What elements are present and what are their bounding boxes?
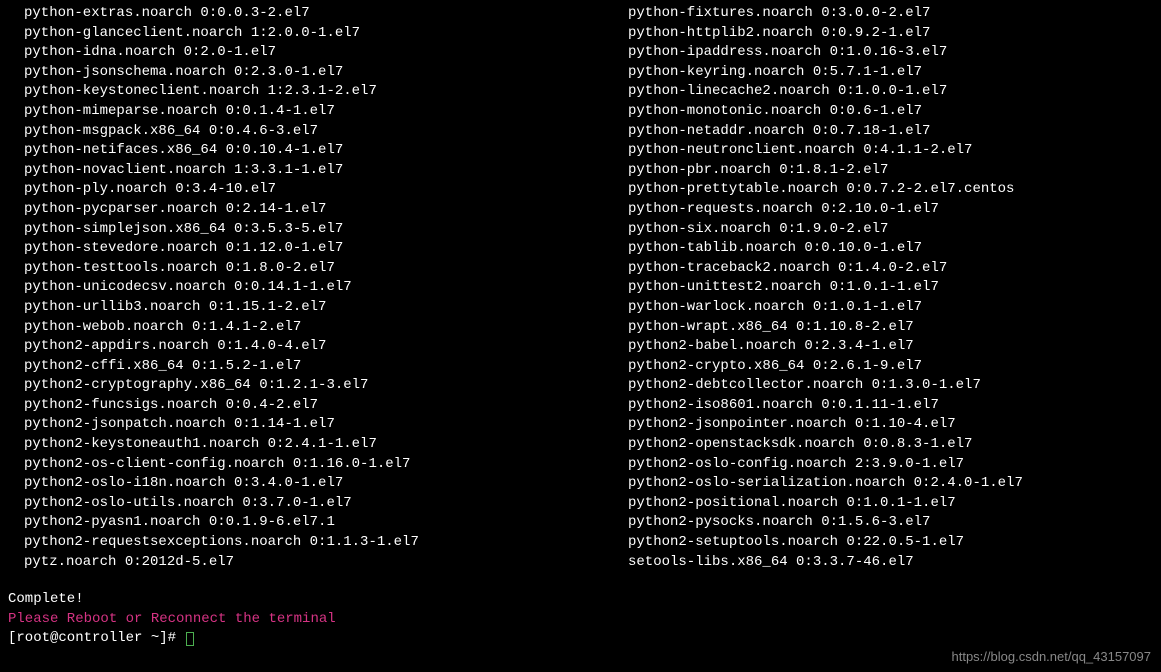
package-line: python2-pysocks.noarch 0:1.5.6-3.el7 (628, 513, 1153, 533)
package-line: python-urllib3.noarch 0:1.15.1-2.el7 (24, 298, 608, 318)
package-column-right: python-fixtures.noarch 0:3.0.0-2.el7pyth… (628, 4, 1153, 572)
package-line: python2-oslo-config.noarch 2:3.9.0-1.el7 (628, 455, 1153, 475)
package-line: python2-cffi.x86_64 0:1.5.2-1.el7 (24, 357, 608, 377)
package-line: python-novaclient.noarch 1:3.3.1-1.el7 (24, 161, 608, 181)
package-line: python2-debtcollector.noarch 0:1.3.0-1.e… (628, 376, 1153, 396)
package-line: python-keystoneclient.noarch 1:2.3.1-2.e… (24, 82, 608, 102)
package-line: python-warlock.noarch 0:1.0.1-1.el7 (628, 298, 1153, 318)
package-line: python-mimeparse.noarch 0:0.1.4-1.el7 (24, 102, 608, 122)
package-line: python-simplejson.x86_64 0:3.5.3-5.el7 (24, 220, 608, 240)
package-line: python-unittest2.noarch 0:1.0.1-1.el7 (628, 278, 1153, 298)
package-line: python-msgpack.x86_64 0:0.4.6-3.el7 (24, 122, 608, 142)
package-line: python2-cryptography.x86_64 0:1.2.1-3.el… (24, 376, 608, 396)
package-line: python-ply.noarch 0:3.4-10.el7 (24, 180, 608, 200)
package-line: python2-crypto.x86_64 0:2.6.1-9.el7 (628, 357, 1153, 377)
package-line: python-pbr.noarch 0:1.8.1-2.el7 (628, 161, 1153, 181)
terminal-output: python-extras.noarch 0:0.0.3-2.el7python… (8, 4, 1153, 649)
package-line: pytz.noarch 0:2012d-5.el7 (24, 553, 608, 573)
package-line: python2-appdirs.noarch 0:1.4.0-4.el7 (24, 337, 608, 357)
package-line: python-ipaddress.noarch 0:1.0.16-3.el7 (628, 43, 1153, 63)
package-line: python2-keystoneauth1.noarch 0:2.4.1-1.e… (24, 435, 608, 455)
package-columns: python-extras.noarch 0:0.0.3-2.el7python… (8, 4, 1153, 572)
shell-prompt-line[interactable]: [root@controller ~]# (8, 629, 1153, 649)
cursor-icon (186, 632, 194, 646)
package-line: python-httplib2.noarch 0:0.9.2-1.el7 (628, 24, 1153, 44)
package-line: python2-positional.noarch 0:1.0.1-1.el7 (628, 494, 1153, 514)
watermark-text: https://blog.csdn.net/qq_43157097 (952, 648, 1152, 666)
package-line: python-wrapt.x86_64 0:1.10.8-2.el7 (628, 318, 1153, 338)
package-line: python2-oslo-serialization.noarch 0:2.4.… (628, 474, 1153, 494)
complete-message: Complete! (8, 590, 1153, 610)
package-line: python-tablib.noarch 0:0.10.0-1.el7 (628, 239, 1153, 259)
package-column-left: python-extras.noarch 0:0.0.3-2.el7python… (8, 4, 608, 572)
package-line: python2-openstacksdk.noarch 0:0.8.3-1.el… (628, 435, 1153, 455)
package-line: setools-libs.x86_64 0:3.3.7-46.el7 (628, 553, 1153, 573)
package-line: python-six.noarch 0:1.9.0-2.el7 (628, 220, 1153, 240)
package-line: python-neutronclient.noarch 0:4.1.1-2.el… (628, 141, 1153, 161)
package-line: python-fixtures.noarch 0:3.0.0-2.el7 (628, 4, 1153, 24)
package-line: python-glanceclient.noarch 1:2.0.0-1.el7 (24, 24, 608, 44)
package-line: python2-requestsexceptions.noarch 0:1.1.… (24, 533, 608, 553)
package-line: python-netifaces.x86_64 0:0.10.4-1.el7 (24, 141, 608, 161)
package-line: python2-jsonpointer.noarch 0:1.10-4.el7 (628, 415, 1153, 435)
package-line: python-netaddr.noarch 0:0.7.18-1.el7 (628, 122, 1153, 142)
package-line: python-stevedore.noarch 0:1.12.0-1.el7 (24, 239, 608, 259)
package-line: python-requests.noarch 0:2.10.0-1.el7 (628, 200, 1153, 220)
package-line: python2-os-client-config.noarch 0:1.16.0… (24, 455, 608, 475)
package-line: python2-iso8601.noarch 0:0.1.11-1.el7 (628, 396, 1153, 416)
reboot-message: Please Reboot or Reconnect the terminal (8, 610, 1153, 630)
package-line: python-monotonic.noarch 0:0.6-1.el7 (628, 102, 1153, 122)
package-line: python-keyring.noarch 0:5.7.1-1.el7 (628, 63, 1153, 83)
package-line: python2-oslo-i18n.noarch 0:3.4.0-1.el7 (24, 474, 608, 494)
package-line: python2-babel.noarch 0:2.3.4-1.el7 (628, 337, 1153, 357)
shell-prompt: [root@controller ~]# (8, 630, 184, 646)
package-line: python-prettytable.noarch 0:0.7.2-2.el7.… (628, 180, 1153, 200)
package-line: python-jsonschema.noarch 0:2.3.0-1.el7 (24, 63, 608, 83)
package-line: python2-setuptools.noarch 0:22.0.5-1.el7 (628, 533, 1153, 553)
package-line: python2-oslo-utils.noarch 0:3.7.0-1.el7 (24, 494, 608, 514)
package-line: python-pycparser.noarch 0:2.14-1.el7 (24, 200, 608, 220)
package-line: python-linecache2.noarch 0:1.0.0-1.el7 (628, 82, 1153, 102)
package-line: python2-funcsigs.noarch 0:0.4-2.el7 (24, 396, 608, 416)
package-line: python-idna.noarch 0:2.0-1.el7 (24, 43, 608, 63)
package-line: python-webob.noarch 0:1.4.1-2.el7 (24, 318, 608, 338)
package-line: python2-jsonpatch.noarch 0:1.14-1.el7 (24, 415, 608, 435)
package-line: python-unicodecsv.noarch 0:0.14.1-1.el7 (24, 278, 608, 298)
package-line: python-testtools.noarch 0:1.8.0-2.el7 (24, 259, 608, 279)
package-line: python-extras.noarch 0:0.0.3-2.el7 (24, 4, 608, 24)
package-line: python2-pyasn1.noarch 0:0.1.9-6.el7.1 (24, 513, 608, 533)
package-line: python-traceback2.noarch 0:1.4.0-2.el7 (628, 259, 1153, 279)
